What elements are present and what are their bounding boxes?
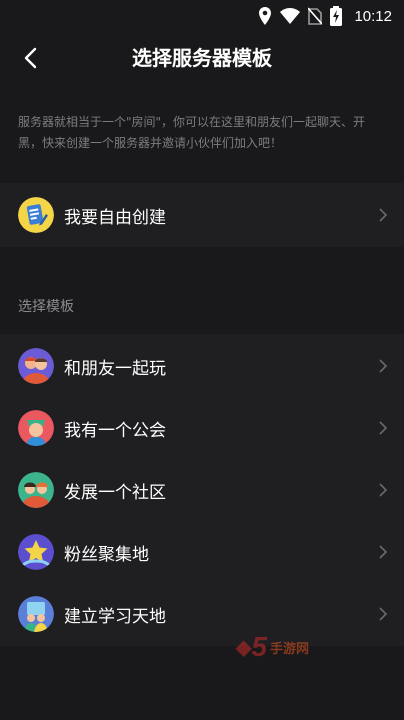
screen: 10:12 选择服务器模板 服务器就相当于一个"房间"，你可以在这里和朋友们一起…: [0, 0, 404, 720]
template-row-friends[interactable]: 和朋友一起玩: [0, 334, 404, 398]
chevron-right-icon: [379, 421, 388, 435]
template-row-guild[interactable]: 我有一个公会: [0, 396, 404, 460]
no-sim-icon: [308, 7, 323, 25]
chevron-right-icon: [379, 483, 388, 497]
study-icon: [18, 596, 54, 632]
template-row-community[interactable]: 发展一个社区: [0, 458, 404, 522]
custom-create-label: 我要自由创建: [64, 207, 166, 228]
guild-icon: [18, 410, 54, 446]
watermark-logo: ◆ 5 手游网: [236, 631, 309, 662]
fans-star-icon: [18, 534, 54, 570]
template-label: 粉丝聚集地: [64, 544, 149, 565]
document-edit-icon: [18, 197, 54, 233]
description-text: 服务器就相当于一个"房间"，你可以在这里和朋友们一起聊天、开黑，快来创建一个服务…: [18, 115, 366, 150]
template-row-fans[interactable]: 粉丝聚集地: [0, 520, 404, 584]
watermark-mark: 5: [251, 631, 267, 662]
status-bar: 10:12: [0, 0, 404, 32]
template-label: 建立学习天地: [64, 606, 166, 627]
template-list: 和朋友一起玩 我有一个公会 发展一个社区 粉丝聚集地 建立学习天地: [0, 334, 404, 646]
page-title: 选择服务器模板: [132, 46, 272, 70]
chevron-right-icon: [379, 607, 388, 621]
community-icon: [18, 472, 54, 508]
header: 选择服务器模板: [0, 32, 404, 84]
chevron-right-icon: [379, 545, 388, 559]
template-label: 发展一个社区: [64, 482, 166, 503]
battery-charging-icon: [330, 6, 343, 26]
friends-icon: [18, 348, 54, 384]
section-label: 选择模板: [18, 299, 74, 315]
chevron-right-icon: [379, 208, 388, 222]
watermark-text: 手游网: [269, 640, 309, 656]
template-label: 和朋友一起玩: [64, 358, 166, 379]
custom-create-row[interactable]: 我要自由创建: [0, 183, 404, 247]
template-label: 我有一个公会: [64, 420, 166, 441]
wifi-icon: [280, 8, 301, 24]
status-time: 10:12: [354, 7, 392, 25]
chevron-right-icon: [379, 359, 388, 373]
location-icon: [259, 7, 272, 25]
